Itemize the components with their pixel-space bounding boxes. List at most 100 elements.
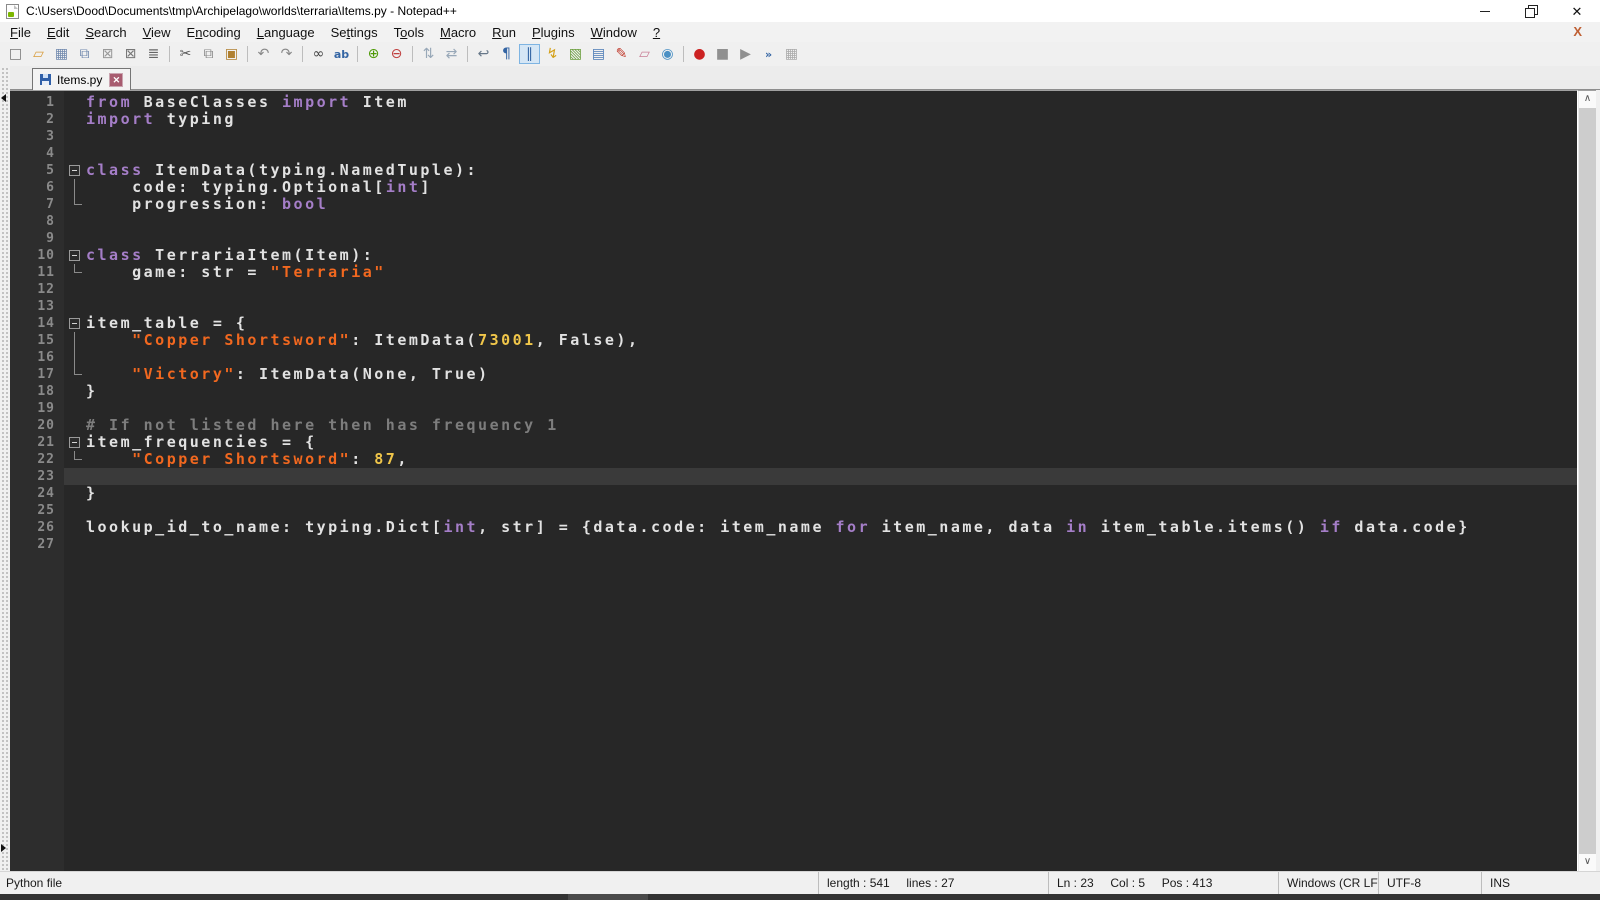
code-line[interactable]: 8 [10,213,1577,230]
tab-items-py[interactable]: Items.py ✕ [32,68,131,90]
code-line[interactable]: 10class TerrariaItem(Item): [10,247,1577,264]
code-line[interactable]: 24} [10,485,1577,502]
code-line[interactable]: 17 "Victory": ItemData(None, True) [10,366,1577,383]
fold-collapse-icon[interactable] [64,434,86,451]
monitoring-eye-icon[interactable]: ◉ [657,44,678,64]
scroll-down-icon[interactable]: ∨ [1579,854,1596,871]
menu-item-settings[interactable]: Settings [323,23,386,42]
new-file-icon[interactable]: □ [5,44,26,64]
save-all-icon[interactable]: ⧉ [74,44,95,64]
minimize-button[interactable] [1462,0,1508,22]
scrollbar-thumb[interactable] [1579,108,1596,855]
dock-gripper[interactable] [0,66,10,871]
open-file-icon[interactable]: ▱ [28,44,49,64]
close-document-x-icon[interactable]: X [1573,24,1582,39]
status-doc-size: length : 541 lines : 27 [818,872,1048,894]
code-line[interactable]: 26lookup_id_to_name: typing.Dict[int, st… [10,519,1577,536]
tab-close-icon[interactable]: ✕ [109,73,123,87]
find-icon[interactable]: ∞ [308,44,329,64]
dock-arrow-right-icon[interactable] [1,844,6,852]
restore-button[interactable] [1508,0,1554,22]
dock-arrow-left-icon[interactable] [1,94,6,102]
close-button[interactable]: ✕ [1554,0,1600,22]
macro-record-icon[interactable]: ● [689,44,710,64]
undo-icon[interactable]: ↶ [253,44,274,64]
menu-item-encoding[interactable]: Encoding [179,23,249,42]
word-wrap-icon[interactable]: ↩ [473,44,494,64]
function-list-icon[interactable]: ✎ [611,44,632,64]
show-all-characters-icon[interactable]: ¶ [496,44,517,64]
line-number: 18 [10,384,64,399]
code-line[interactable]: 4 [10,145,1577,162]
copy-icon[interactable]: ⧉ [198,44,219,64]
vertical-scrollbar[interactable]: ∧ ∨ [1577,90,1596,871]
menu-item-macro[interactable]: Macro [432,23,484,42]
toolbar: □▱▦⧉⊠⊠≣✂⧉▣↶↷∞ab⊕⊖⇅⇄↩¶∥↯▧▤✎▱◉●■▶»▦ [0,42,1600,66]
code-line[interactable]: 19 [10,400,1577,417]
menu-item-window[interactable]: Window [583,23,645,42]
code-line[interactable]: 13 [10,298,1577,315]
menu-item-view[interactable]: View [135,23,179,42]
sync-horizontal-icon[interactable]: ⇄ [441,44,462,64]
indent-guide-icon[interactable]: ∥ [519,44,540,64]
menu-item-file[interactable]: File [2,23,39,42]
code-text [86,536,1577,553]
replace-icon[interactable]: ab [331,44,352,64]
code-line[interactable]: 15 "Copper Shortsword": ItemData(73001, … [10,332,1577,349]
code-line[interactable]: 27 [10,536,1577,553]
cut-icon[interactable]: ✂ [175,44,196,64]
menu-item-search[interactable]: Search [77,23,134,42]
code-line[interactable]: 3 [10,128,1577,145]
redo-icon[interactable]: ↷ [276,44,297,64]
code-line[interactable]: 23 [10,468,1577,485]
status-insert-mode[interactable]: INS [1481,872,1600,894]
notepad-plus-plus-window: C:\Users\Dood\Documents\tmp\Archipelago\… [0,0,1600,900]
code-line[interactable]: 2import typing [10,111,1577,128]
fold-collapse-icon[interactable] [64,162,86,179]
status-eol-format[interactable]: Windows (CR LF) [1278,872,1378,894]
macro-run-multiple-icon[interactable]: » [758,44,779,64]
fold-margin [64,383,86,400]
close-all-icon[interactable]: ⊠ [120,44,141,64]
macro-save-icon[interactable]: ▦ [781,44,802,64]
menu-item-help[interactable]: ? [645,23,668,42]
code-line[interactable]: 21item_frequencies = { [10,434,1577,451]
code-line[interactable]: 12 [10,281,1577,298]
sync-vertical-icon[interactable]: ⇅ [418,44,439,64]
code-line[interactable]: 22 "Copper Shortsword": 87, [10,451,1577,468]
code-editor[interactable]: 1from BaseClasses import Item2import typ… [10,90,1577,871]
menu-item-tools[interactable]: Tools [386,23,432,42]
code-line[interactable]: 7 progression: bool [10,196,1577,213]
code-line[interactable]: 18} [10,383,1577,400]
macro-stop-icon[interactable]: ■ [712,44,733,64]
code-line[interactable]: 1from BaseClasses import Item [10,94,1577,111]
scroll-up-icon[interactable]: ∧ [1579,91,1596,108]
menu-item-plugins[interactable]: Plugins [524,23,583,42]
menu-item-language[interactable]: Language [249,23,323,42]
code-line[interactable]: 14item_table = { [10,315,1577,332]
zoom-in-icon[interactable]: ⊕ [363,44,384,64]
print-icon[interactable]: ≣ [143,44,164,64]
close-file-icon[interactable]: ⊠ [97,44,118,64]
macro-play-icon[interactable]: ▶ [735,44,756,64]
code-line[interactable]: 11 game: str = "Terraria" [10,264,1577,281]
document-list-icon[interactable]: ▤ [588,44,609,64]
folder-as-workspace-icon[interactable]: ▱ [634,44,655,64]
document-map-icon[interactable]: ▧ [565,44,586,64]
fold-collapse-icon[interactable] [64,315,86,332]
code-line[interactable]: 25 [10,502,1577,519]
save-icon[interactable]: ▦ [51,44,72,64]
user-defined-language-icon[interactable]: ↯ [542,44,563,64]
fold-margin [64,485,86,502]
code-line[interactable]: 5class ItemData(typing.NamedTuple): [10,162,1577,179]
zoom-out-icon[interactable]: ⊖ [386,44,407,64]
status-encoding[interactable]: UTF-8 [1378,872,1481,894]
paste-icon[interactable]: ▣ [221,44,242,64]
code-line[interactable]: 16 [10,349,1577,366]
code-line[interactable]: 6 code: typing.Optional[int] [10,179,1577,196]
fold-collapse-icon[interactable] [64,247,86,264]
menu-item-edit[interactable]: Edit [39,23,77,42]
code-line[interactable]: 9 [10,230,1577,247]
code-line[interactable]: 20# If not listed here then has frequenc… [10,417,1577,434]
menu-item-run[interactable]: Run [484,23,524,42]
